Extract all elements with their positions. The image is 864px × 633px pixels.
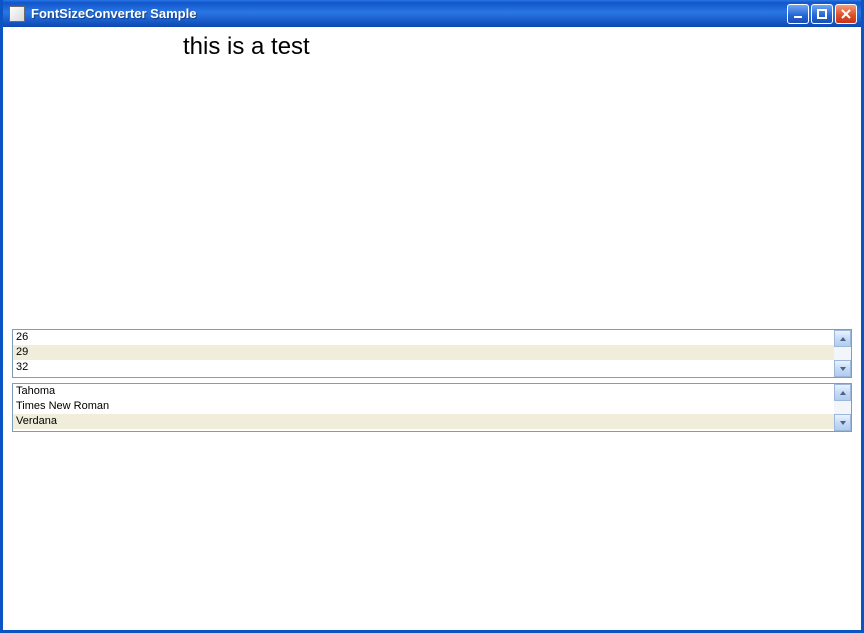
- scroll-up-button[interactable]: [834, 384, 851, 401]
- list-item[interactable]: 29: [13, 345, 834, 360]
- client-area: this is a test 26 29 32 Tahoma Times New: [3, 27, 861, 630]
- maximize-icon: [816, 8, 828, 20]
- scroll-down-button[interactable]: [834, 360, 851, 377]
- scrollbar[interactable]: [834, 384, 851, 431]
- chevron-up-icon: [839, 389, 847, 397]
- window-buttons: [787, 4, 857, 24]
- app-window: FontSizeConverter Sample this is a test …: [0, 0, 864, 633]
- minimize-icon: [792, 8, 804, 20]
- font-family-listbox[interactable]: Tahoma Times New Roman Verdana: [12, 383, 852, 432]
- chevron-up-icon: [839, 335, 847, 343]
- list-item[interactable]: Verdana: [13, 414, 834, 429]
- list-item[interactable]: Times New Roman: [13, 399, 834, 414]
- font-size-items: 26 29 32: [13, 330, 834, 377]
- titlebar[interactable]: FontSizeConverter Sample: [3, 0, 861, 27]
- list-item[interactable]: Tahoma: [13, 384, 834, 399]
- scroll-track[interactable]: [834, 401, 851, 414]
- scroll-up-button[interactable]: [834, 330, 851, 347]
- scrollbar[interactable]: [834, 330, 851, 377]
- font-family-items: Tahoma Times New Roman Verdana: [13, 384, 834, 431]
- close-icon: [840, 8, 852, 20]
- scroll-down-button[interactable]: [834, 414, 851, 431]
- maximize-button[interactable]: [811, 4, 833, 24]
- list-item[interactable]: 32: [13, 360, 834, 375]
- chevron-down-icon: [839, 419, 847, 427]
- chevron-down-icon: [839, 365, 847, 373]
- font-size-listbox[interactable]: 26 29 32: [12, 329, 852, 378]
- scroll-track[interactable]: [834, 347, 851, 360]
- close-button[interactable]: [835, 4, 857, 24]
- minimize-button[interactable]: [787, 4, 809, 24]
- app-icon[interactable]: [9, 6, 25, 22]
- demo-text: this is a test: [183, 33, 310, 61]
- window-title: FontSizeConverter Sample: [31, 6, 787, 21]
- list-item[interactable]: 26: [13, 330, 834, 345]
